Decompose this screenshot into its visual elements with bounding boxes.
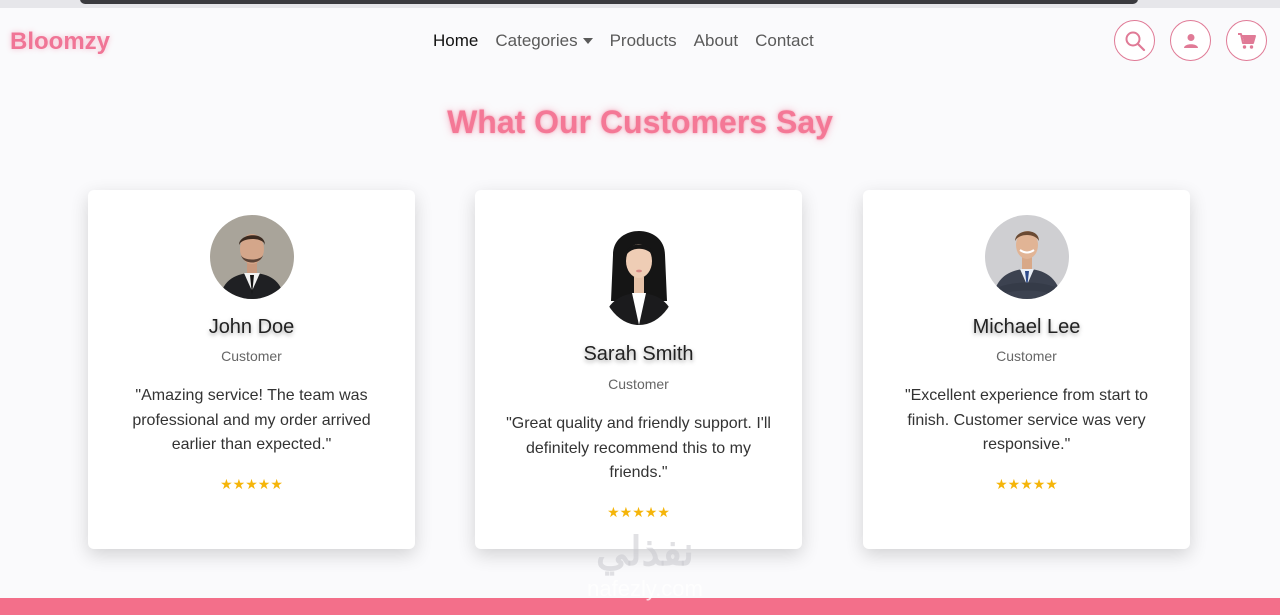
nav-link-label: About [693, 31, 739, 50]
nav-links: Home Categories Products About Contact [433, 31, 831, 51]
navbar: Bloomzy Home Categories Products About C… [0, 8, 1280, 74]
customer-name: Sarah Smith [583, 343, 694, 365]
cart-icon [1237, 32, 1256, 49]
chevron-down-icon [582, 38, 593, 44]
avatar [984, 215, 1069, 299]
nav-link-contact[interactable]: Contact [755, 31, 814, 51]
customer-photo-woman-blazer [598, 215, 679, 325]
star-rating: ★★★★★ [220, 477, 283, 493]
star-rating: ★★★★★ [607, 505, 670, 521]
testimonial-card: Sarah Smith Customer "Great quality and … [475, 190, 802, 549]
customer-name: John Doe [208, 316, 295, 338]
testimonial-quote: "Excellent experience from start to fini… [904, 387, 1149, 453]
user-icon [1183, 33, 1198, 48]
section-title: What Our Customers Say [447, 104, 833, 140]
search-icon [1125, 31, 1145, 51]
brand-logo[interactable]: Bloomzy [10, 28, 110, 56]
nav-link-home[interactable]: Home [433, 31, 478, 51]
nav-link-label: Home [433, 31, 479, 50]
nav-link-label: Categories [495, 31, 578, 50]
cart-button[interactable] [1226, 20, 1267, 61]
testimonial-card: John Doe Customer "Amazing service! The … [88, 190, 415, 549]
customer-role: Customer [996, 348, 1057, 364]
avatar [209, 215, 294, 299]
browser-top-strip [0, 0, 1280, 8]
search-button[interactable] [1114, 20, 1155, 61]
customer-photo-man-suit [209, 215, 294, 299]
footer-bar [0, 598, 1280, 615]
customer-photo-man-arms-crossed [984, 215, 1069, 299]
nav-link-categories[interactable]: Categories [495, 31, 593, 51]
customer-name: Michael Lee [972, 316, 1081, 338]
nav-link-label: Contact [755, 31, 814, 50]
star-rating: ★★★★★ [995, 477, 1058, 493]
address-bar-edge [80, 0, 1138, 4]
customer-role: Customer [608, 376, 669, 392]
testimonial-quote: "Amazing service! The team was professio… [132, 387, 371, 453]
nav-link-label: Products [609, 31, 677, 50]
testimonial-card: Michael Lee Customer "Excellent experien… [863, 190, 1190, 549]
nav-link-about[interactable]: About [694, 31, 738, 51]
customer-role: Customer [221, 348, 282, 364]
account-button[interactable] [1170, 20, 1211, 61]
nav-link-products[interactable]: Products [610, 31, 677, 51]
avatar [598, 215, 679, 325]
testimonial-quote: "Great quality and friendly support. I'l… [506, 415, 771, 481]
